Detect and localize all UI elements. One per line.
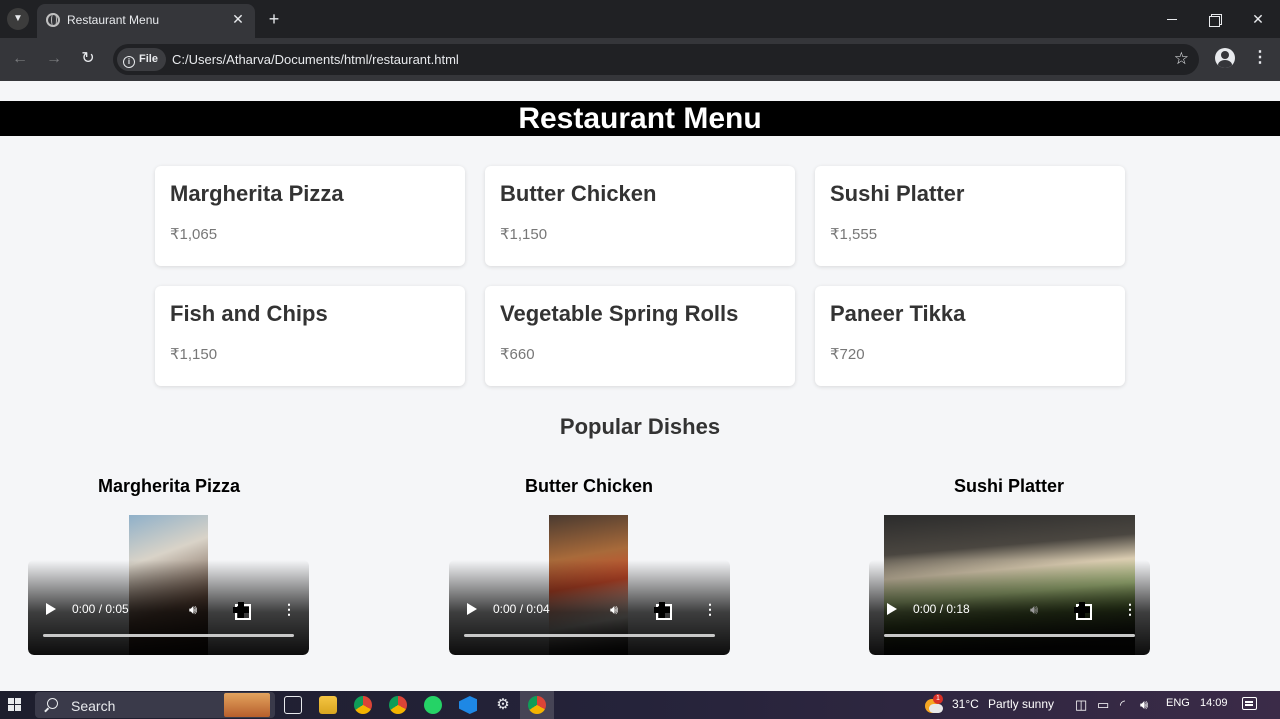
forward-arrow-icon[interactable]: → bbox=[43, 48, 65, 70]
menu-item-price: ₹720 bbox=[830, 346, 865, 363]
menu-item-price: ₹1,555 bbox=[830, 226, 878, 243]
dish-title: Butter Chicken bbox=[524, 476, 654, 496]
browser-toolbar: ← → ↻ i File C:/Users/Atharva/Documents/h… bbox=[0, 38, 1280, 81]
close-tab-icon[interactable]: ✕ bbox=[229, 10, 247, 28]
browser-menu-kebab-icon[interactable]: ⋮ bbox=[1250, 48, 1270, 68]
clock-time[interactable]: 14:09 bbox=[1200, 697, 1228, 709]
video-player[interactable]: 0:00 / 0:04 🔊︎ ⋮ bbox=[449, 515, 730, 655]
whatsapp-icon[interactable] bbox=[424, 696, 442, 714]
chrome-active-icon[interactable] bbox=[528, 696, 546, 714]
temperature: 31°C bbox=[952, 697, 979, 711]
video-progress-bar[interactable] bbox=[43, 634, 294, 637]
fullscreen-icon[interactable] bbox=[1074, 602, 1092, 620]
video-time: 0:00 / 0:05 bbox=[72, 602, 129, 616]
page-viewport: Restaurant Menu Margherita Pizza ₹1,065 … bbox=[0, 81, 1280, 691]
browser-tab-bar: ▼ Restaurant Menu ✕ + ✕ bbox=[0, 0, 1280, 38]
chrome-icon[interactable] bbox=[354, 696, 372, 714]
volume-icon[interactable]: 🔊︎ bbox=[1030, 602, 1038, 618]
play-icon[interactable] bbox=[46, 603, 56, 615]
profile-avatar-icon[interactable] bbox=[1215, 48, 1235, 68]
more-options-icon[interactable]: ⋮ bbox=[703, 601, 717, 618]
more-options-icon[interactable]: ⋮ bbox=[282, 601, 296, 618]
browser-tab[interactable]: Restaurant Menu ✕ bbox=[37, 4, 255, 38]
menu-item-price: ₹660 bbox=[500, 346, 535, 363]
menu-card: Fish and Chips ₹1,150 bbox=[155, 286, 465, 386]
address-bar[interactable]: i File C:/Users/Atharva/Documents/html/re… bbox=[113, 44, 1199, 75]
bookmark-star-icon[interactable]: ☆ bbox=[1174, 49, 1189, 69]
minimize-window-icon[interactable] bbox=[1158, 6, 1186, 32]
play-icon[interactable] bbox=[887, 603, 897, 615]
menu-item-name: Margherita Pizza bbox=[170, 181, 344, 206]
menu-card: Sushi Platter ₹1,555 bbox=[815, 166, 1125, 266]
menu-card: Paneer Tikka ₹720 bbox=[815, 286, 1125, 386]
volume-icon[interactable]: 🔊︎ bbox=[610, 602, 618, 618]
speaker-icon[interactable]: 🔊︎ bbox=[1140, 697, 1148, 713]
back-arrow-icon[interactable]: ← bbox=[9, 48, 31, 70]
url-text[interactable]: C:/Users/Atharva/Documents/html/restaura… bbox=[172, 52, 459, 67]
wifi-icon[interactable]: ◜ bbox=[1120, 697, 1125, 713]
windows-start-icon[interactable] bbox=[8, 698, 22, 712]
menu-item-price: ₹1,150 bbox=[170, 346, 218, 363]
new-tab-plus-icon[interactable]: + bbox=[263, 8, 285, 30]
taskbar-search[interactable]: Search bbox=[35, 692, 275, 718]
menu-item-name: Sushi Platter bbox=[830, 181, 965, 206]
menu-item-name: Paneer Tikka bbox=[830, 301, 966, 326]
video-time: 0:00 / 0:04 bbox=[493, 602, 550, 616]
search-icon bbox=[47, 698, 58, 709]
task-view-icon[interactable] bbox=[284, 696, 302, 714]
reload-icon[interactable]: ↻ bbox=[77, 48, 99, 70]
file-explorer-icon[interactable] bbox=[319, 696, 337, 714]
page-title: Restaurant Menu bbox=[0, 101, 1280, 136]
menu-item-price: ₹1,150 bbox=[500, 226, 548, 243]
dish-title: Margherita Pizza bbox=[97, 476, 241, 496]
close-window-icon[interactable]: ✕ bbox=[1244, 6, 1272, 32]
taskbar: Search ⚙ 1 31°C Partly sunny ◫ ▭ ◜ 🔊︎ EN… bbox=[0, 691, 1280, 719]
video-time: 0:00 / 0:18 bbox=[913, 602, 970, 616]
popular-dishes-heading: Popular Dishes bbox=[559, 414, 721, 439]
tab-search-chevron-icon[interactable]: ▼ bbox=[7, 8, 29, 30]
globe-icon bbox=[46, 13, 60, 27]
video-controls bbox=[449, 560, 730, 655]
menu-card: Butter Chicken ₹1,150 bbox=[485, 166, 795, 266]
weather-alert-badge: 1 bbox=[933, 694, 943, 704]
video-controls bbox=[869, 560, 1150, 655]
weather-description: Partly sunny bbox=[988, 697, 1055, 711]
video-progress-bar[interactable] bbox=[464, 634, 715, 637]
volume-icon[interactable]: 🔊︎ bbox=[189, 602, 197, 618]
battery-icon[interactable]: ▭ bbox=[1097, 697, 1109, 713]
tab-title: Restaurant Menu bbox=[67, 13, 160, 27]
search-label: Search bbox=[71, 698, 116, 714]
chrome-profile-icon[interactable] bbox=[389, 696, 407, 714]
video-player[interactable]: 0:00 / 0:05 🔊︎ ⋮ bbox=[28, 515, 309, 655]
video-player[interactable]: 0:00 / 0:18 🔊︎ ⋮ bbox=[869, 515, 1150, 655]
input-language[interactable]: ENG bbox=[1166, 697, 1190, 709]
menu-card: Vegetable Spring Rolls ₹660 bbox=[485, 286, 795, 386]
weather-sun-icon[interactable]: 1 bbox=[923, 694, 943, 713]
site-info-chip[interactable]: i File bbox=[117, 48, 166, 71]
info-icon: i bbox=[123, 56, 135, 68]
menu-item-name: Fish and Chips bbox=[170, 301, 328, 326]
menu-item-price: ₹1,065 bbox=[170, 226, 218, 243]
menu-item-name: Vegetable Spring Rolls bbox=[500, 301, 739, 326]
fullscreen-icon[interactable] bbox=[654, 602, 672, 620]
more-options-icon[interactable]: ⋮ bbox=[1123, 601, 1137, 618]
site-chip-label: File bbox=[139, 53, 158, 65]
restore-window-icon[interactable] bbox=[1201, 6, 1229, 32]
notifications-icon[interactable] bbox=[1242, 697, 1257, 710]
menu-card: Margherita Pizza ₹1,065 bbox=[155, 166, 465, 266]
vscode-icon[interactable] bbox=[459, 696, 477, 714]
fullscreen-icon[interactable] bbox=[233, 602, 251, 620]
meet-now-icon[interactable]: ◫ bbox=[1075, 697, 1087, 713]
settings-gear-icon[interactable]: ⚙ bbox=[494, 696, 512, 714]
video-controls bbox=[28, 560, 309, 655]
play-icon[interactable] bbox=[467, 603, 477, 615]
video-progress-bar[interactable] bbox=[884, 634, 1135, 637]
search-highlight-icon bbox=[224, 693, 270, 717]
dish-title: Sushi Platter bbox=[953, 476, 1065, 496]
menu-item-name: Butter Chicken bbox=[500, 181, 657, 206]
